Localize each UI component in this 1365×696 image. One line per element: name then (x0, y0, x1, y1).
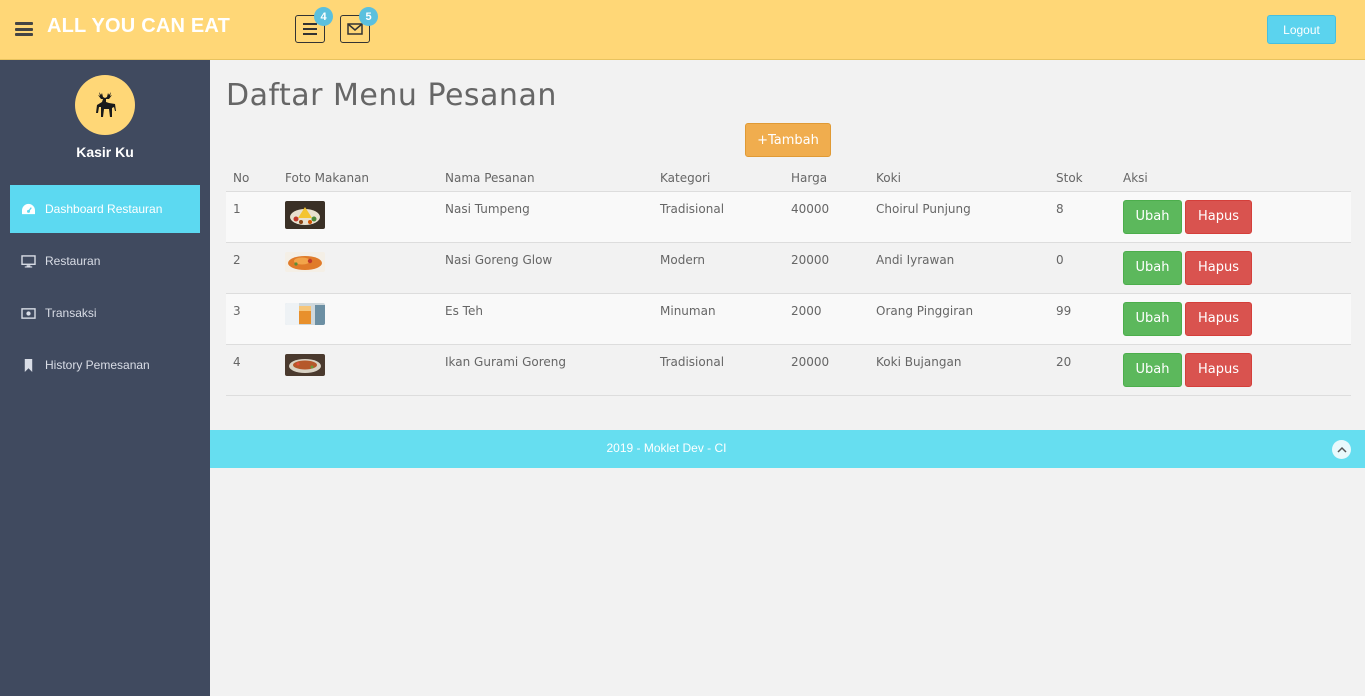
column-header-koki: Koki (869, 160, 1049, 192)
sidebar-item-label: Transaksi (45, 306, 97, 320)
cell-kategori: Tradisional (653, 344, 784, 396)
cell-harga: 40000 (784, 191, 869, 243)
messages-button[interactable]: 5 (340, 7, 378, 43)
cell-harga: 20000 (784, 242, 869, 294)
cell-aksi: Ubah Hapus (1116, 191, 1351, 243)
dashboard-icon (20, 202, 36, 216)
cell-foto (278, 242, 438, 294)
top-header: ALL YOU CAN EAT 4 5 Logout (0, 0, 1365, 60)
sidebar: Kasir Ku Dashboard Restauran Restauran T… (0, 60, 210, 696)
sidebar-item-history[interactable]: History Pemesanan (10, 341, 200, 389)
deer-icon (96, 92, 116, 117)
food-photo (285, 302, 325, 325)
cell-kategori: Tradisional (653, 191, 784, 243)
sidebar-item-label: Dashboard Restauran (45, 202, 163, 216)
edit-button[interactable]: Ubah (1123, 250, 1182, 285)
cell-stok: 99 (1049, 293, 1116, 345)
footer-text: 2019 - Moklet Dev - CI (606, 441, 727, 455)
cell-stok: 0 (1049, 242, 1116, 294)
logout-button[interactable]: Logout (1267, 15, 1336, 44)
food-photo (285, 200, 325, 229)
cell-stok: 20 (1049, 344, 1116, 396)
cell-koki: Andi Iyrawan (869, 242, 1049, 294)
cell-koki: Choirul Punjung (869, 191, 1049, 243)
column-header-foto: Foto Makanan (278, 160, 438, 192)
sidebar-item-label: History Pemesanan (45, 358, 150, 372)
scroll-to-top-button[interactable] (1332, 440, 1351, 459)
task-list-button[interactable]: 4 (295, 7, 333, 43)
sidebar-item-dashboard[interactable]: Dashboard Restauran (10, 185, 200, 233)
page-title: Daftar Menu Pesanan (226, 78, 557, 113)
cell-aksi: Ubah Hapus (1116, 242, 1351, 294)
sidebar-user-name: Kasir Ku (76, 144, 134, 160)
cell-stok: 8 (1049, 191, 1116, 243)
cell-no: 3 (226, 293, 278, 345)
bookmark-icon (20, 358, 36, 372)
edit-button[interactable]: Ubah (1123, 199, 1182, 234)
avatar (75, 75, 135, 135)
cell-no: 2 (226, 242, 278, 294)
column-header-aksi: Aksi (1116, 160, 1351, 192)
sidebar-item-label: Restauran (45, 254, 101, 268)
cell-harga: 20000 (784, 344, 869, 396)
money-icon (20, 306, 36, 320)
table-header-row: No Foto Makanan Nama Pesanan Kategori Ha… (226, 160, 1351, 192)
edit-button[interactable]: Ubah (1123, 301, 1182, 336)
delete-button[interactable]: Hapus (1185, 352, 1252, 387)
cell-harga: 2000 (784, 293, 869, 345)
column-header-nama: Nama Pesanan (438, 160, 653, 192)
app-brand[interactable]: ALL YOU CAN EAT (47, 15, 230, 38)
column-header-no: No (226, 160, 278, 192)
delete-button[interactable]: Hapus (1185, 250, 1252, 285)
envelope-icon (347, 23, 363, 35)
cell-foto (278, 293, 438, 345)
cell-nama: Es Teh (438, 293, 653, 345)
hamburger-icon[interactable] (15, 22, 33, 36)
cell-kategori: Modern (653, 242, 784, 294)
mail-badge: 5 (359, 7, 378, 26)
monitor-icon (20, 254, 36, 268)
edit-button[interactable]: Ubah (1123, 352, 1182, 387)
food-photo (285, 353, 325, 376)
column-header-stok: Stok (1049, 160, 1116, 192)
table-row: 2 Nasi Goreng Glow Modern 20000 Andi Iyr… (226, 242, 1351, 294)
list-icon (303, 23, 317, 35)
column-header-kategori: Kategori (653, 160, 784, 192)
chevron-up-icon (1336, 446, 1347, 453)
cell-aksi: Ubah Hapus (1116, 293, 1351, 345)
cell-nama: Nasi Goreng Glow (438, 242, 653, 294)
menu-table: No Foto Makanan Nama Pesanan Kategori Ha… (226, 160, 1351, 396)
delete-button[interactable]: Hapus (1185, 301, 1252, 336)
table-row: 3 Es Teh Minuman 2000 Orang Pinggiran 99 (226, 293, 1351, 345)
delete-button[interactable]: Hapus (1185, 199, 1252, 234)
table-row: 1 Nasi Tumpeng Tradisional 40000 Choirul… (226, 191, 1351, 243)
cell-no: 4 (226, 344, 278, 396)
sidebar-item-restauran[interactable]: Restauran (10, 237, 200, 285)
column-header-harga: Harga (784, 160, 869, 192)
table-row: 4 Ikan Gurami Goreng Tradisional 20000 K… (226, 344, 1351, 396)
cell-foto (278, 344, 438, 396)
sidebar-item-transaksi[interactable]: Transaksi (10, 289, 200, 337)
cell-nama: Ikan Gurami Goreng (438, 344, 653, 396)
main-content: Daftar Menu Pesanan +Tambah No Foto Maka… (210, 60, 1365, 696)
food-photo (285, 251, 325, 272)
add-menu-button[interactable]: +Tambah (745, 123, 831, 157)
cell-kategori: Minuman (653, 293, 784, 345)
footer: 2019 - Moklet Dev - CI (210, 430, 1365, 468)
list-badge: 4 (314, 7, 333, 26)
cell-koki: Koki Bujangan (869, 344, 1049, 396)
cell-koki: Orang Pinggiran (869, 293, 1049, 345)
cell-no: 1 (226, 191, 278, 243)
cell-nama: Nasi Tumpeng (438, 191, 653, 243)
cell-aksi: Ubah Hapus (1116, 344, 1351, 396)
cell-foto (278, 191, 438, 243)
